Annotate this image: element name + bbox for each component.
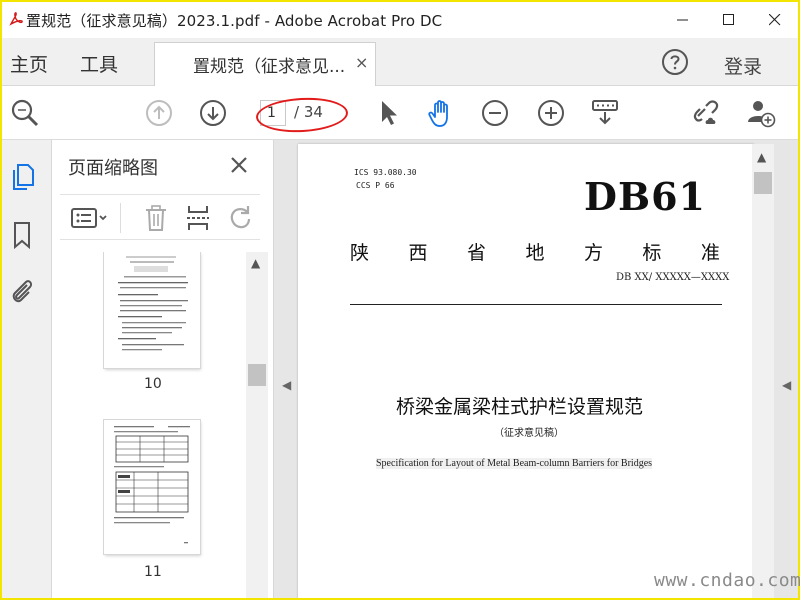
insert-page-icon[interactable] bbox=[184, 204, 212, 232]
document-subtitle: （征求意见稿） bbox=[494, 428, 564, 439]
pdf-page: ICS 93.080.30 CCS P 66 DB61 陕 西 省 地 方 标 … bbox=[298, 144, 754, 598]
close-window-button[interactable] bbox=[752, 2, 798, 38]
zoom-in-icon[interactable] bbox=[536, 98, 566, 128]
standard-type-char: 方 bbox=[583, 242, 603, 264]
document-english-title: Specification for Layout of Metal Beam-c… bbox=[376, 458, 653, 469]
close-panel-icon[interactable] bbox=[228, 154, 250, 176]
thumbnail-page-number: 10 bbox=[144, 376, 162, 392]
thumbnail-panel: 页面缩略图 10 11 ▲ bbox=[52, 140, 274, 598]
scroll-up-arrow-icon[interactable]: ▲ bbox=[757, 150, 766, 164]
thumbnails-list: 10 11 bbox=[52, 252, 248, 598]
panel-toolbar bbox=[60, 194, 260, 240]
standard-type-char: 准 bbox=[700, 242, 720, 264]
document-tab-close-button[interactable]: × bbox=[355, 53, 368, 72]
tab-home[interactable]: 主页 bbox=[10, 50, 48, 77]
tab-tools[interactable]: 工具 bbox=[80, 50, 118, 77]
attachments-icon[interactable] bbox=[8, 276, 36, 306]
document-scrollbar[interactable]: ▲ bbox=[752, 144, 774, 598]
next-page-icon[interactable] bbox=[198, 98, 228, 128]
toolbar bbox=[2, 86, 798, 140]
scroll-up-arrow-icon[interactable]: ▲ bbox=[251, 256, 260, 270]
bookmarks-icon[interactable] bbox=[8, 220, 36, 250]
select-cursor-icon[interactable] bbox=[374, 98, 404, 128]
share-link-icon[interactable] bbox=[692, 98, 722, 128]
standard-type-char: 地 bbox=[525, 242, 545, 264]
rotate-page-icon[interactable] bbox=[226, 204, 254, 232]
document-tab[interactable]: 置规范（征求意见... × bbox=[154, 42, 376, 86]
scroll-mode-icon[interactable] bbox=[590, 98, 620, 128]
document-viewer: ◀ ICS 93.080.30 CCS P 66 DB61 陕 西 省 地 方 … bbox=[274, 140, 798, 598]
watermark-text: www.cndao.com bbox=[654, 570, 800, 591]
previous-page-icon[interactable] bbox=[144, 98, 174, 128]
zoom-search-icon[interactable] bbox=[10, 98, 40, 128]
standard-code: DB61 bbox=[584, 174, 706, 219]
thumbnail-page-10[interactable] bbox=[104, 252, 200, 368]
thumbnail-image bbox=[118, 256, 188, 351]
toolbar-divider bbox=[120, 203, 121, 233]
hand-tool-icon[interactable] bbox=[426, 98, 456, 128]
help-icon[interactable] bbox=[661, 48, 689, 76]
maximize-button[interactable] bbox=[706, 2, 752, 38]
maximize-icon bbox=[723, 14, 734, 25]
ics-code: ICS 93.080.30 bbox=[354, 168, 417, 177]
thumbnail-image bbox=[114, 426, 190, 544]
login-button[interactable]: 登录 bbox=[724, 52, 762, 79]
acrobat-app-icon[interactable] bbox=[8, 11, 24, 27]
window-title: 置规范（征求意见稿）2023.1.pdf - Adobe Acrobat Pro… bbox=[26, 12, 443, 30]
standard-type-char: 陕 bbox=[350, 242, 370, 264]
close-icon bbox=[769, 14, 781, 26]
standard-type-char: 西 bbox=[408, 242, 428, 264]
document-tab-label: 置规范（征求意见... bbox=[193, 57, 346, 77]
panel-title: 页面缩略图 bbox=[68, 158, 158, 179]
page-thumbnails-icon[interactable] bbox=[8, 162, 36, 192]
acrobat-window: 置规范（征求意见稿）2023.1.pdf - Adobe Acrobat Pro… bbox=[2, 2, 798, 598]
minimize-button[interactable] bbox=[660, 2, 706, 38]
scrollbar-thumb[interactable] bbox=[754, 172, 772, 194]
options-menu-icon[interactable] bbox=[70, 204, 110, 232]
delete-page-icon[interactable] bbox=[142, 204, 170, 232]
tab-bar: 主页 工具 置规范（征求意见... × 登录 bbox=[2, 38, 798, 86]
thumbnail-scrollbar[interactable]: ▲ bbox=[246, 252, 268, 598]
standard-type-char: 省 bbox=[466, 242, 486, 264]
standard-type: 陕 西 省 地 方 标 准 bbox=[350, 238, 720, 265]
zoom-out-icon[interactable] bbox=[480, 98, 510, 128]
add-user-icon[interactable] bbox=[746, 98, 776, 128]
thumbnail-page-number: 11 bbox=[144, 564, 162, 580]
scrollbar-thumb[interactable] bbox=[248, 364, 266, 386]
thumbnail-page-11[interactable] bbox=[104, 420, 200, 554]
ccs-code: CCS P 66 bbox=[356, 181, 395, 190]
expand-right-panel-arrow-icon[interactable]: ◀ bbox=[782, 378, 791, 392]
navigation-rail bbox=[2, 140, 52, 598]
document-title: 桥梁金属梁柱式护栏设置规范 bbox=[396, 396, 644, 418]
title-bar: 置规范（征求意见稿）2023.1.pdf - Adobe Acrobat Pro… bbox=[2, 2, 798, 38]
header-rule bbox=[350, 304, 722, 305]
standard-type-char: 标 bbox=[642, 242, 662, 264]
minimize-icon bbox=[677, 19, 688, 21]
standard-number: DB XX/ XXXXX—XXXX bbox=[616, 272, 730, 283]
collapse-left-panel-arrow-icon[interactable]: ◀ bbox=[282, 378, 291, 392]
